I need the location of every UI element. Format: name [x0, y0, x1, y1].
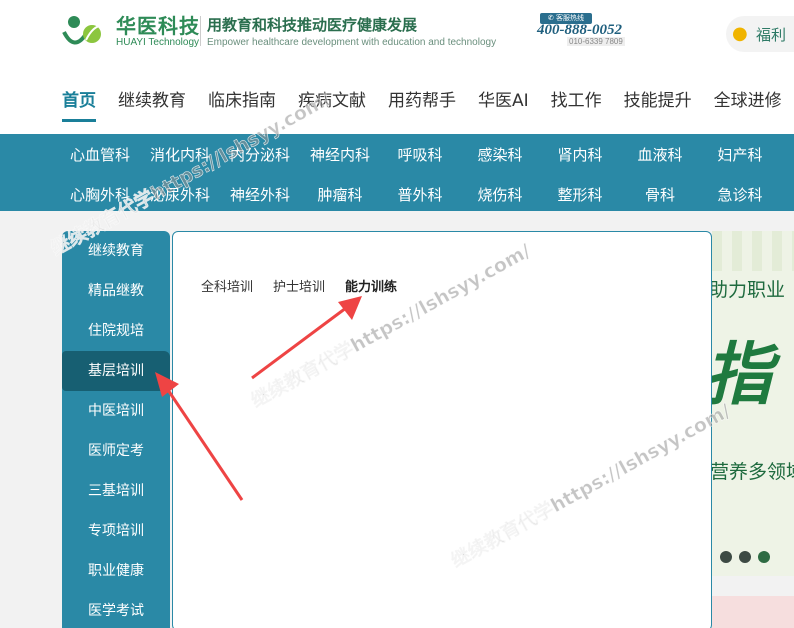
dept-link[interactable]: 急诊科 — [700, 184, 780, 205]
dept-link[interactable]: 普外科 — [380, 184, 460, 205]
sidebar-item-three-basics[interactable]: 三基培训 — [62, 471, 170, 511]
hotline-label: 客服热线 — [556, 14, 585, 22]
nav-item-medication-helper[interactable]: 用药帮手 — [388, 86, 456, 124]
nav-item-global-study[interactable]: 全球进修 — [714, 86, 782, 124]
carousel-dot[interactable] — [739, 551, 751, 563]
dept-link[interactable]: 肾内科 — [540, 144, 620, 165]
nav-item-continuing-education[interactable]: 继续教育 — [118, 86, 186, 124]
banner-pattern — [712, 231, 794, 271]
sidebar-item-special-training[interactable]: 专项培训 — [62, 511, 170, 551]
phone-icon: ✆ — [547, 14, 554, 22]
dept-link[interactable]: 神经内科 — [300, 144, 380, 165]
nav-item-find-job[interactable]: 找工作 — [551, 86, 602, 124]
header-divider — [200, 16, 201, 46]
dept-link[interactable]: 血液科 — [620, 144, 700, 165]
welfare-button[interactable]: ● 福利 — [726, 16, 794, 52]
nav-item-skill-upgrade[interactable]: 技能提升 — [624, 86, 692, 124]
nav-item-home[interactable]: 首页 — [62, 86, 96, 124]
dept-link[interactable]: 肿瘤科 — [300, 184, 380, 205]
main-nav: 首页 继续教育 临床指南 疾病文献 用药帮手 华医AI 找工作 技能提升 全球进… — [62, 86, 794, 124]
dept-link[interactable]: 整形科 — [540, 184, 620, 205]
sidebar-item-tcm-training[interactable]: 中医培训 — [62, 391, 170, 431]
sidebar-item-premium-education[interactable]: 精品继教 — [62, 271, 170, 311]
category-sidebar: 继续教育 精品继教 住院规培 基层培训 中医培训 医师定考 三基培训 专项培训 … — [62, 231, 170, 628]
dept-link[interactable]: 感染科 — [460, 144, 540, 165]
dept-link[interactable]: 妇产科 — [700, 144, 780, 165]
hotline-sub: 010-6339 7809 — [567, 37, 625, 46]
dept-link[interactable]: 神经外科 — [220, 184, 300, 205]
tab-general-practice[interactable]: 全科培训 — [201, 276, 253, 295]
dept-link[interactable]: 心血管科 — [60, 144, 140, 165]
tab-ability-training[interactable]: 能力训练 — [345, 276, 397, 295]
slogan-en: Empower healthcare development with educ… — [207, 37, 497, 48]
banner-text: 助力职业 — [712, 279, 786, 301]
training-tabs: 全科培训 护士培训 能力训练 — [201, 276, 417, 295]
sidebar-item-physician-assessment[interactable]: 医师定考 — [62, 431, 170, 471]
nav-item-huayi-ai[interactable]: 华医AI — [478, 86, 529, 124]
brand-name[interactable]: 华医科技 — [116, 10, 200, 39]
dept-link[interactable]: 骨科 — [620, 184, 700, 205]
department-row: 心血管科 消化内科 内分泌科 神经内科 呼吸科 感染科 肾内科 血液科 妇产科 — [60, 144, 780, 165]
sidebar-item-medical-exam[interactable]: 医学考试 — [62, 591, 170, 628]
welfare-label: 福利 — [756, 25, 787, 44]
banner-text: 营养多领域 — [712, 461, 794, 483]
brand-name-en: HUAYI Technology — [116, 37, 200, 48]
carousel-dot[interactable] — [720, 551, 732, 563]
sidebar-item-occupational-health[interactable]: 职业健康 — [62, 551, 170, 591]
slogan: 用教育和科技推动医疗健康发展 — [207, 16, 418, 34]
sidebar-item-residency-training[interactable]: 住院规培 — [62, 311, 170, 351]
site-header: 华医科技 HUAYI Technology 用教育和科技推动医疗健康发展 Emp… — [0, 0, 794, 134]
promo-banner-secondary[interactable] — [712, 596, 794, 628]
dept-link[interactable]: 烧伤科 — [460, 184, 540, 205]
tab-nurse-training[interactable]: 护士培训 — [273, 276, 325, 295]
dept-link[interactable]: 呼吸科 — [380, 144, 460, 165]
coins-icon: ● — [732, 23, 748, 44]
huayi-logo-icon[interactable] — [60, 12, 108, 52]
banner-carousel-dots — [720, 551, 777, 563]
carousel-dot[interactable] — [758, 551, 770, 563]
sidebar-item-primary-training[interactable]: 基层培训 — [62, 351, 170, 391]
